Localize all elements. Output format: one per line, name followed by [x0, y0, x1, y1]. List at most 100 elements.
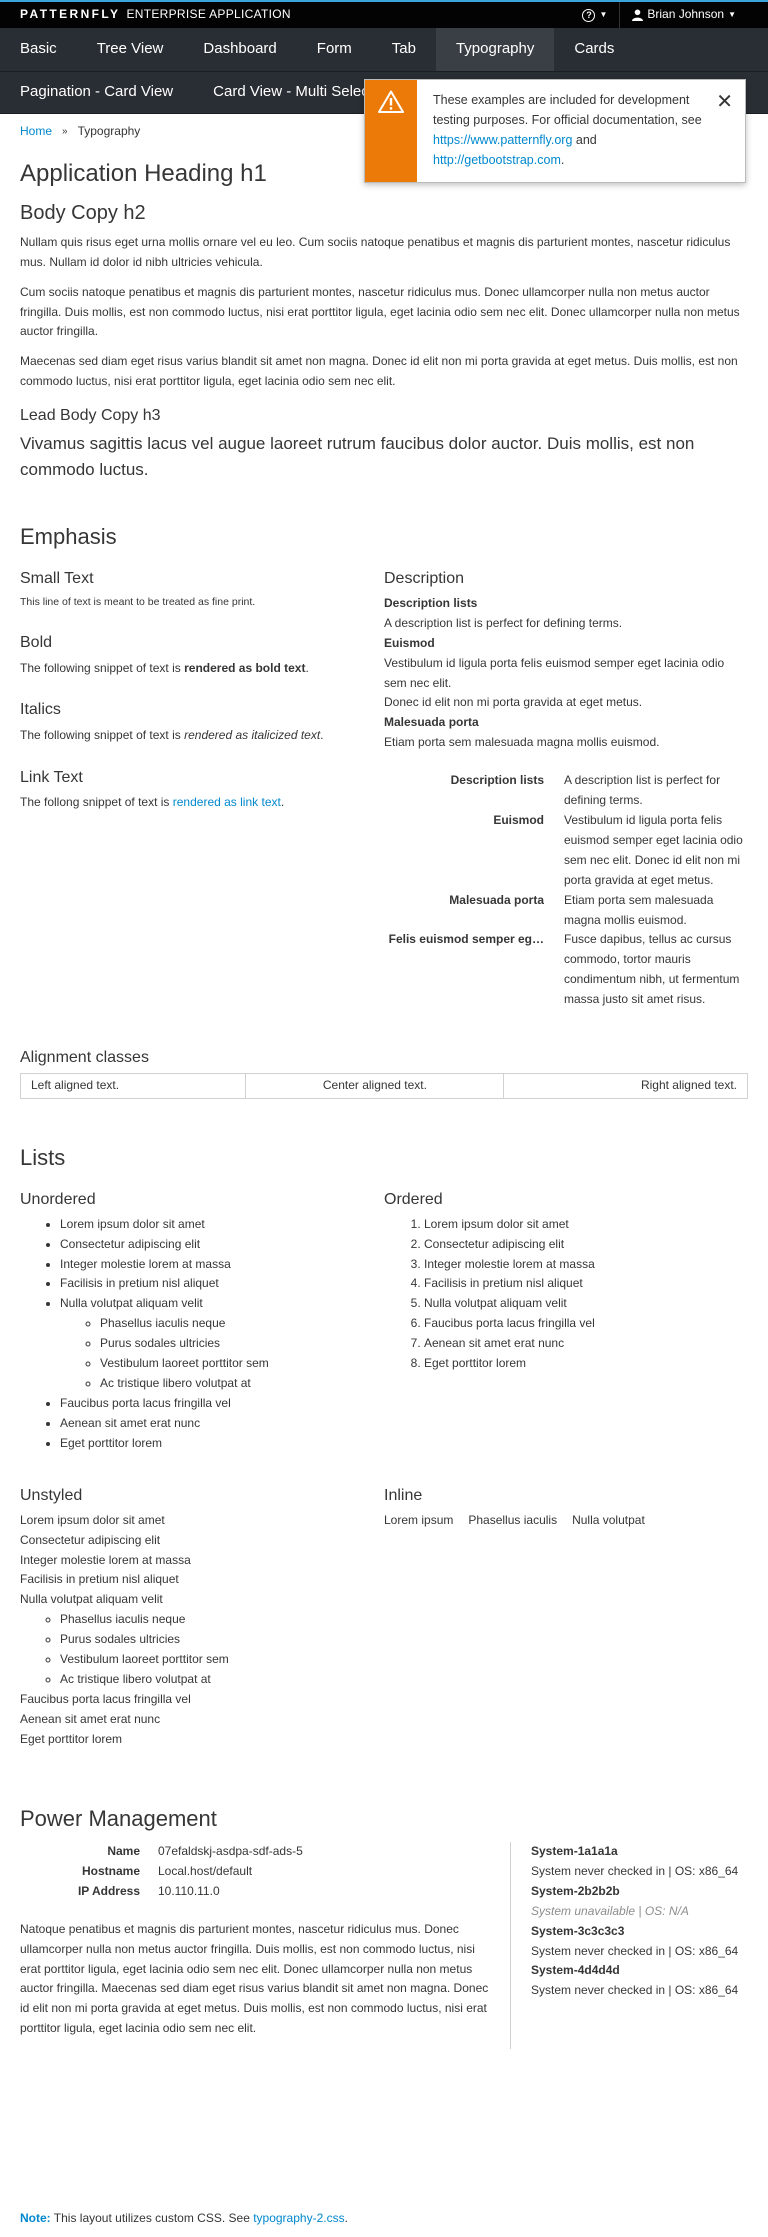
- lists-section-top: Unordered Lorem ipsum dolor sit amet Con…: [20, 1190, 748, 1464]
- list-item: Consectetur adipiscing elit: [424, 1235, 748, 1255]
- unordered-heading: Unordered: [20, 1190, 96, 1208]
- description-list: Description lists A description list is …: [384, 594, 748, 753]
- nav-item-pagination-card-view[interactable]: Pagination - Card View: [0, 72, 193, 113]
- list-item: Nulla volutpat: [572, 1512, 645, 1527]
- detail-value: Local.host/default: [158, 1863, 253, 1878]
- bold-paragraph: The following snippet of text is rendere…: [20, 659, 369, 679]
- list-item: Vestibulum laoreet porttitor sem: [60, 1650, 369, 1670]
- emphasis-section: Small Text This line of text is meant to…: [20, 569, 748, 1010]
- italics-post: .: [320, 727, 324, 742]
- unordered-list: Lorem ipsum dolor sit amet Consectetur a…: [20, 1215, 369, 1454]
- dl-definition: Etiam porta sem malesuada magna mollis e…: [384, 735, 660, 750]
- nav-item-form[interactable]: Form: [297, 28, 372, 71]
- list-item: Eget porttitor lorem: [60, 1434, 369, 1454]
- body-paragraph-3: Maecenas sed diam eget risus varius blan…: [20, 354, 738, 389]
- list-item: Vestibulum laoreet porttitor sem: [100, 1354, 369, 1374]
- small-text: This line of text is meant to be treated…: [20, 595, 256, 608]
- small-text-heading: Small Text: [20, 569, 94, 587]
- nav-item-cards[interactable]: Cards: [554, 28, 634, 71]
- dlh-definition: Vestibulum id ligula porta felis euismod…: [564, 812, 743, 887]
- bold-heading: Bold: [20, 634, 53, 652]
- alignment-table: Left aligned text. Center aligned text. …: [19, 1073, 748, 1100]
- nested-list: Phasellus iaculis neque Purus sodales ul…: [60, 1314, 369, 1394]
- list-item: Phasellus iaculis: [468, 1512, 558, 1527]
- system-name: System-3c3c3c3: [531, 1923, 625, 1938]
- unstyled-list: Lorem ipsum dolor sit amet Consectetur a…: [20, 1511, 369, 1750]
- emphasis-left-column: Small Text This line of text is meant to…: [20, 569, 384, 1010]
- breadcrumb-current: Typography: [77, 124, 141, 139]
- list-item: Aenean sit amet erat nunc: [60, 1414, 369, 1434]
- brand-subtitle: ENTERPRISE APPLICATION: [126, 7, 291, 22]
- host-details: Name 07efaldskj-asdpa-sdf-ads-5 Hostname…: [20, 1842, 490, 1902]
- list-item: Facilisis in pretium nisl aliquet: [424, 1274, 748, 1294]
- dl-term: Malesuada porta: [384, 715, 479, 730]
- nav-item-tree-view[interactable]: Tree View: [77, 28, 184, 71]
- list-item: Aenean sit amet erat nunc: [20, 1711, 161, 1726]
- brand-logo[interactable]: PATTERNFLY ENTERPRISE APPLICATION: [20, 5, 291, 25]
- power-left-column: Name 07efaldskj-asdpa-sdf-ads-5 Hostname…: [20, 1842, 511, 2050]
- bold-text: rendered as bold text: [184, 660, 306, 675]
- list-item: Nulla volutpat aliquam velit Phasellus i…: [20, 1590, 369, 1690]
- list-item: Consectetur adipiscing elit: [60, 1235, 369, 1255]
- help-icon: ?: [582, 8, 596, 22]
- breadcrumb-home-link[interactable]: Home: [20, 122, 52, 142]
- detail-label: Name: [107, 1844, 140, 1859]
- toast-severity-bar: [365, 80, 417, 182]
- user-icon: [632, 9, 644, 21]
- italics-heading: Italics: [20, 701, 61, 719]
- list-item: Eget porttitor lorem: [20, 1731, 123, 1746]
- footer-note: Note: This layout utilizes custom CSS. S…: [20, 2209, 348, 2229]
- bold-post: .: [305, 660, 309, 675]
- patternfly-link[interactable]: https://www.patternfly.org: [433, 133, 572, 147]
- list-item: Nulla volutpat aliquam velit: [424, 1294, 748, 1314]
- breadcrumb-separator: »: [62, 125, 68, 137]
- sample-link[interactable]: rendered as link text: [173, 795, 281, 809]
- lists-heading: Lists: [20, 1145, 66, 1171]
- nav-item-tab[interactable]: Tab: [372, 28, 436, 71]
- nav-item-dashboard[interactable]: Dashboard: [183, 28, 296, 71]
- main-content: Application Heading h1 Body Copy h2 Null…: [0, 160, 768, 2050]
- detail-label: IP Address: [77, 1883, 140, 1898]
- lead-heading: Lead Body Copy h3: [20, 407, 161, 425]
- nav-item-basic[interactable]: Basic: [0, 28, 77, 71]
- list-item: Phasellus iaculis neque: [100, 1314, 369, 1334]
- ordered-list: Lorem ipsum dolor sit amet Consectetur a…: [384, 1215, 748, 1374]
- nav-item-typography[interactable]: Typography: [435, 28, 555, 71]
- dl-term: Description lists: [384, 595, 478, 610]
- unordered-column: Unordered Lorem ipsum dolor sit amet Con…: [20, 1190, 384, 1464]
- italic-text: rendered as italicized text: [184, 727, 321, 742]
- power-paragraph: Natoque penatibus et magnis dis parturie…: [20, 1921, 489, 2036]
- ordered-heading: Ordered: [384, 1190, 443, 1208]
- user-name: Brian Johnson: [647, 7, 725, 22]
- list-item: Lorem ipsum dolor sit amet: [20, 1512, 165, 1527]
- user-dropdown[interactable]: Brian Johnson ▼: [619, 2, 748, 28]
- bootstrap-link[interactable]: http://getbootstrap.com: [433, 153, 561, 167]
- inline-heading: Inline: [384, 1486, 423, 1504]
- ordered-column: Ordered Lorem ipsum dolor sit amet Conse…: [384, 1190, 748, 1464]
- list-item: Phasellus iaculis neque: [60, 1610, 369, 1630]
- dlh-definition: Etiam porta sem malesuada magna mollis e…: [564, 892, 714, 927]
- toast-end: .: [560, 153, 565, 167]
- list-item: Lorem ipsum dolor sit amet: [60, 1215, 369, 1235]
- right-aligned-cell: Right aligned text.: [503, 1073, 748, 1100]
- dl-definition: Donec id elit non mi porta gravida at eg…: [384, 695, 643, 710]
- emphasis-heading: Emphasis: [20, 524, 117, 550]
- list-item: Facilisis in pretium nisl aliquet: [60, 1274, 369, 1294]
- toast-text: These examples are included for developm…: [433, 93, 702, 127]
- close-icon[interactable]: ✕: [716, 86, 733, 119]
- inline-column: Inline Lorem ipsum Phasellus iaculis Nul…: [384, 1486, 748, 1760]
- list-item: Lorem ipsum: [384, 1512, 454, 1527]
- list-item: Ac tristique libero volutpat at: [60, 1670, 369, 1690]
- brand-name: PATTERNFLY: [20, 7, 121, 22]
- stylesheet-link[interactable]: typography-2.css: [253, 2211, 344, 2225]
- dlh-term: Euismod: [493, 812, 544, 827]
- help-dropdown[interactable]: ? ▼: [570, 2, 619, 28]
- unstyled-heading: Unstyled: [20, 1486, 83, 1504]
- unstyled-column: Unstyled Lorem ipsum dolor sit amet Cons…: [20, 1486, 384, 1760]
- nav-item-card-view-multi-select[interactable]: Card View - Multi Select: [193, 72, 393, 113]
- list-item-label: Nulla volutpat aliquam velit: [20, 1592, 163, 1607]
- warning-triangle-icon: [378, 90, 404, 113]
- system-status: System never checked in | OS: x86_64: [531, 1943, 739, 1958]
- list-item: Faucibus porta lacus fringilla vel: [60, 1394, 369, 1414]
- link-paragraph: The follong snippet of text is rendered …: [20, 793, 369, 813]
